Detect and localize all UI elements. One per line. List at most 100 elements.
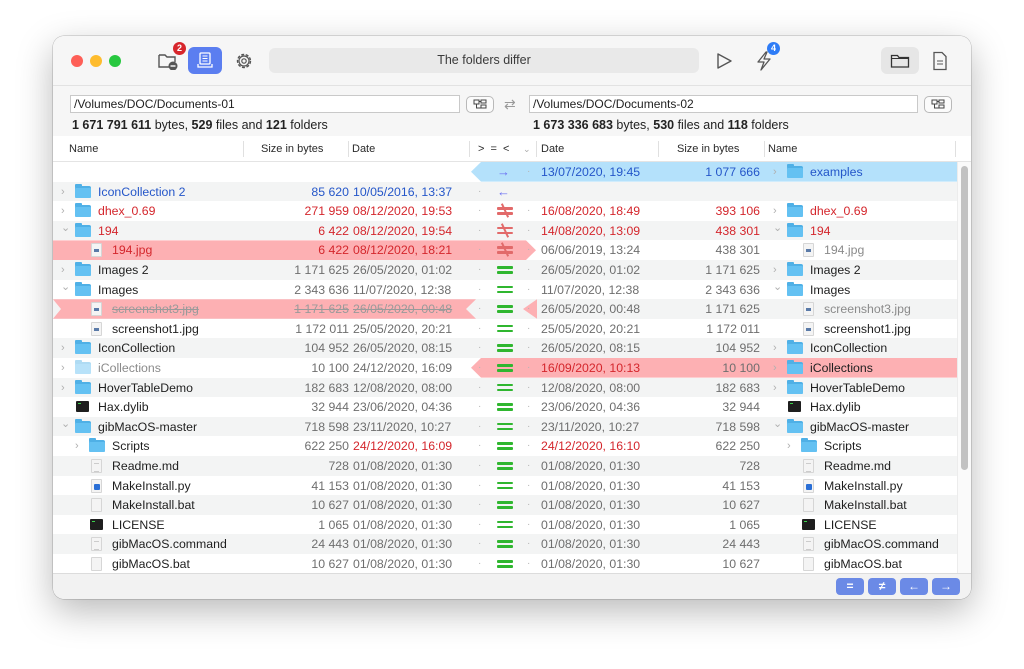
zoom-window-button[interactable] (109, 55, 121, 67)
table-row[interactable]: ⌄ Images 2 343 636 11/07/2020, 12:38 · · 11/07… (53, 280, 957, 300)
folder-view-button[interactable] (881, 47, 919, 74)
close-window-button[interactable] (71, 55, 83, 67)
swap-sides-icon[interactable]: ⇄ (504, 96, 516, 113)
chevron-right-icon[interactable]: › (773, 360, 777, 376)
chevron-right-icon[interactable]: › (61, 262, 65, 278)
chevron-down-icon[interactable]: ⌄ (773, 279, 782, 295)
quick-actions-button[interactable]: 4 (751, 42, 780, 74)
chevron-down-icon[interactable]: ⌄ (773, 416, 782, 432)
chevron-right-icon[interactable]: › (61, 184, 65, 200)
not-equal-icon[interactable] (497, 203, 513, 218)
chevron-right-icon[interactable]: › (61, 360, 65, 376)
chevron-right-icon[interactable]: › (61, 340, 65, 356)
left-bytes: 1 671 791 611 (72, 118, 152, 132)
right-size: 24 443 (722, 537, 760, 552)
column-left-date[interactable]: Date (352, 143, 375, 155)
chevron-right-icon[interactable]: › (75, 438, 79, 454)
left-path-input[interactable] (70, 95, 460, 113)
table-row[interactable]: ⌄ 194 6 422 08/12/2020, 19:54 · · 14/08/2020, … (53, 220, 957, 241)
left-name: Images 2 (98, 263, 149, 277)
right-path-input[interactable] (529, 95, 918, 113)
table-row[interactable]: gibMacOS.bat 10 627 01/08/2020, 01:30 · · 01/… (53, 554, 957, 573)
chevron-down-icon[interactable]: ⌄ (61, 416, 70, 432)
left-browse-button[interactable] (466, 96, 494, 113)
column-compare[interactable]: > = < (478, 143, 511, 155)
table-row[interactable]: MakeInstall.bat 10 627 01/08/2020, 01:30 · ·… (53, 495, 957, 515)
equal-icon[interactable] (497, 382, 513, 394)
table-row[interactable]: Readme.md 728 01/08/2020, 01:30 · · 01/08/202… (53, 456, 957, 476)
equal-icon[interactable] (497, 401, 513, 413)
equal-icon[interactable] (497, 421, 513, 433)
not-equal-icon[interactable] (497, 223, 513, 238)
left-marker-dot: · (478, 283, 482, 295)
table-row[interactable]: gibMacOS.command 24 443 01/08/2020, 01:30 ·… (53, 534, 957, 554)
show-equal-button[interactable]: = (836, 578, 864, 595)
table-row[interactable]: › HoverTableDemo 182 683 12/08/2020, 08:00 ·… (53, 377, 957, 398)
chevron-down-icon[interactable]: ⌄ (61, 220, 70, 236)
table-row[interactable]: Hax.dylib 32 944 23/06/2020, 04:36 · · 23/06/… (53, 397, 957, 417)
left-name: LICENSE (112, 517, 165, 532)
equal-icon[interactable] (497, 440, 513, 452)
chevron-down-icon[interactable]: ⌄ (61, 279, 70, 295)
not-equal-icon[interactable] (497, 242, 513, 258)
table-row[interactable]: screenshot1.jpg 1 172 011 25/05/2020, 20:2… (53, 319, 957, 339)
vertical-scrollbar[interactable] (957, 162, 971, 573)
chevron-right-icon[interactable]: › (773, 380, 777, 396)
equal-icon[interactable] (497, 558, 513, 570)
chevron-right-icon[interactable]: › (773, 164, 777, 180)
chevron-down-icon[interactable]: ⌄ (773, 220, 782, 236)
chevron-right-icon[interactable]: › (773, 262, 777, 278)
table-row[interactable]: ⌄ gibMacOS-master 718 598 23/11/2020, 10:27… (53, 416, 957, 437)
equal-icon[interactable] (497, 538, 513, 550)
chevron-right-icon[interactable]: › (787, 438, 791, 454)
show-left-only-button[interactable]: ← (900, 578, 928, 595)
right-date: 14/08/2020, 13:09 (541, 223, 641, 238)
equal-icon[interactable] (497, 284, 513, 296)
arrow-left-icon[interactable]: ← (497, 185, 513, 198)
column-right-size[interactable]: Size in bytes (677, 143, 739, 155)
column-right-name[interactable]: Name (768, 143, 797, 155)
equal-icon[interactable] (497, 499, 513, 511)
table-row[interactable]: › Images 2 1 171 625 26/05/2020, 01:02 · · 26/… (53, 260, 957, 280)
scrollbar-thumb[interactable] (961, 166, 968, 470)
file-view-button[interactable] (927, 47, 953, 74)
column-left-name[interactable]: Name (69, 143, 98, 155)
equal-icon[interactable] (497, 303, 513, 315)
table-row[interactable]: › IconCollection 104 952 26/05/2020, 08:15 ·… (53, 338, 957, 358)
column-left-size[interactable]: Size in bytes (261, 143, 323, 155)
run-compare-button[interactable] (711, 47, 737, 74)
chevron-right-icon[interactable]: › (773, 340, 777, 356)
equal-icon[interactable] (497, 362, 513, 374)
right-date: 01/08/2020, 01:30 (541, 459, 641, 473)
arrow-right-icon[interactable]: → (497, 165, 513, 178)
table-row[interactable]: LICENSE 1 065 01/08/2020, 01:30 · · 01/08/202… (53, 515, 957, 535)
equal-icon[interactable] (497, 323, 513, 335)
show-different-button[interactable]: ≠ (868, 578, 896, 595)
minimize-window-button[interactable] (90, 55, 102, 67)
equal-icon[interactable] (497, 460, 513, 472)
right-bytes: 1 673 336 683 (533, 118, 613, 132)
table-row[interactable]: MakeInstall.py 41 153 01/08/2020, 01:30 · · 0… (53, 476, 957, 496)
equal-icon[interactable] (497, 342, 513, 354)
table-row[interactable]: › IconCollection 2 85 620 10/05/2016, 13:37… (53, 181, 957, 202)
table-row[interactable]: · → 13/07/2020, 19:45 1 077 666 › examples (53, 162, 957, 182)
left-marker-dot: · (478, 303, 482, 315)
show-right-only-button[interactable]: → (932, 578, 960, 595)
column-right-date[interactable]: Date (541, 143, 564, 155)
compare-mode-button[interactable] (188, 47, 222, 74)
right-browse-button[interactable] (924, 96, 952, 113)
settings-button[interactable] (231, 47, 257, 74)
equal-icon[interactable] (497, 519, 513, 531)
table-row[interactable]: screenshot3.jpg 1 171 625 26/05/2020, 00:4… (53, 299, 957, 319)
table-row[interactable]: › iCollections 10 100 24/12/2020, 16:09 · · 16… (53, 358, 957, 378)
chevron-right-icon[interactable]: › (773, 203, 777, 219)
chevron-right-icon[interactable]: › (61, 203, 65, 219)
equal-icon[interactable] (497, 480, 513, 492)
chevron-down-icon[interactable]: ⌄ (523, 144, 531, 155)
table-row[interactable]: › dhex_0.69 271 959 08/12/2020, 19:53 · · 16/0… (53, 201, 957, 221)
equal-icon[interactable] (497, 264, 513, 276)
chevron-right-icon[interactable]: › (61, 380, 65, 396)
table-row[interactable]: › Scripts 622 250 24/12/2020, 16:09 · · 24/12/… (53, 436, 957, 456)
table-row[interactable]: 194.jpg 6 422 08/12/2020, 18:21 · · 06/06/201… (53, 240, 957, 260)
folder-filter-button[interactable]: 2 (153, 42, 186, 74)
